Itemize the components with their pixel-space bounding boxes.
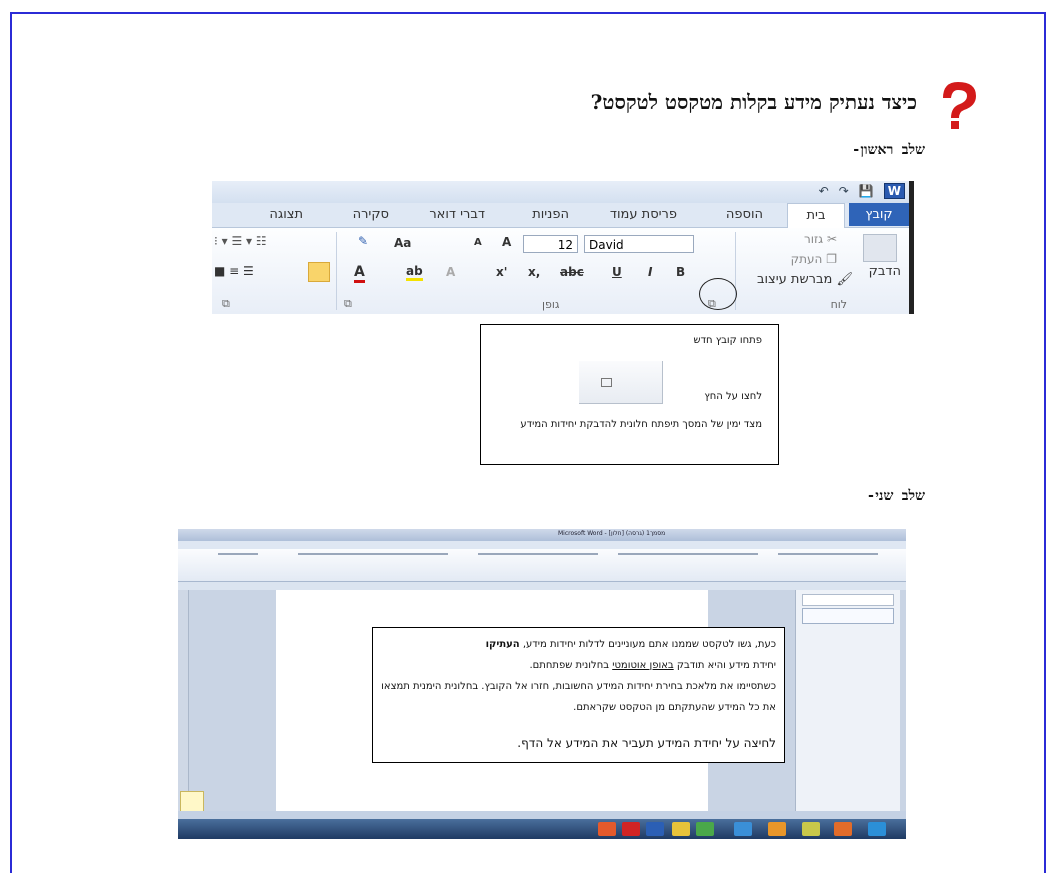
group-separator bbox=[336, 232, 337, 310]
paragraph-launcher-icon[interactable]: ⧉ bbox=[222, 297, 230, 311]
instruction-paragraph-4: לחיצה על יחידת המידע תעביר את המידע אל ה… bbox=[517, 736, 776, 750]
clipboard-item[interactable] bbox=[802, 608, 894, 624]
page-title: כיצד נעתיק מידע בקלות מטקסט לטקסט? bbox=[590, 90, 917, 114]
brush-icon: 🖌 bbox=[836, 272, 853, 287]
paste-icon[interactable] bbox=[863, 234, 897, 262]
word-app-icon: W bbox=[883, 183, 905, 199]
word-window-title: Microsoft Word - [חלון] (גרסה) מסמך1 bbox=[558, 530, 666, 537]
grow-font-button[interactable]: A bbox=[502, 235, 511, 249]
tab-review[interactable]: סקירה bbox=[353, 207, 389, 222]
instruction-open-file: פתחו קובץ חדש bbox=[693, 335, 762, 346]
word-ribbon bbox=[178, 549, 906, 582]
tab-view[interactable]: תצוגה bbox=[269, 207, 303, 222]
instruction-text: יחידת מידע והיא תודבק bbox=[673, 660, 776, 671]
instruction-underlined: באופן אוטומטי bbox=[612, 660, 674, 671]
quick-access-toolbar: ↶ ↷ 💾 W bbox=[212, 181, 909, 203]
tab-home[interactable]: בית bbox=[787, 203, 845, 228]
copy-label: העתק bbox=[790, 252, 823, 266]
instruction-paragraph-1: כעת, גשו לטקסט שממנו אתם מעוניינים לדלות… bbox=[381, 634, 776, 655]
cut-label: גזור bbox=[803, 232, 824, 246]
clipboard-pane-buttons[interactable] bbox=[802, 594, 894, 606]
ribbon-home-panel: הדבק גזור ✂ העתק ❐ מברשת עיצוב 🖌 לוח ⧉ D… bbox=[212, 228, 909, 314]
clear-format-icon[interactable]: ✎ bbox=[358, 234, 368, 248]
tab-insert[interactable]: הוספה bbox=[726, 207, 763, 222]
highlight-button[interactable]: ab bbox=[406, 264, 423, 281]
word-title-bar: Microsoft Word - [חלון] (גרסה) מסמך1 bbox=[178, 529, 906, 541]
redo-icon[interactable]: ↷ bbox=[839, 184, 849, 198]
windows-taskbar bbox=[178, 819, 906, 839]
highlight-circle bbox=[699, 278, 737, 310]
tab-file[interactable]: קובץ bbox=[849, 203, 909, 226]
copy-icon: ❐ bbox=[826, 252, 837, 266]
word-status-bar bbox=[178, 811, 906, 819]
tab-mailings[interactable]: דברי דואר bbox=[429, 207, 485, 222]
font-size-select[interactable]: 12 bbox=[523, 235, 578, 253]
instruction-paragraph-3: כשתסיימו את מלאכת בחירת יחידות המידע החש… bbox=[381, 681, 776, 713]
superscript-button[interactable]: x' bbox=[496, 265, 507, 279]
word-ruler bbox=[178, 582, 906, 590]
dialog-launcher-closeup bbox=[579, 361, 663, 404]
instruction-paragraph-2: יחידת מידע והיא תודבק באופן אוטומטי בחלו… bbox=[381, 655, 776, 676]
ribbon-tabs: קובץ בית הוספה פריסת עמוד הפניות דברי דו… bbox=[212, 203, 909, 228]
instruction-click-arrow: לחצו על החץ bbox=[704, 391, 762, 402]
cut-button[interactable]: גזור ✂ bbox=[804, 232, 837, 246]
text-effects-button[interactable]: A bbox=[446, 265, 455, 279]
step1-heading: שלב ראשון- bbox=[852, 142, 925, 158]
align-right-button[interactable] bbox=[308, 262, 330, 282]
undo-icon[interactable]: ↶ bbox=[819, 184, 829, 198]
instruction-box-step2: כעת, גשו לטקסט שממנו אתם מעוניינים לדלות… bbox=[372, 627, 785, 763]
format-painter-button[interactable]: מברשת עיצוב 🖌 bbox=[757, 272, 853, 287]
scissors-icon: ✂ bbox=[826, 232, 837, 246]
shrink-font-button[interactable]: A bbox=[474, 237, 482, 248]
strikethrough-button[interactable]: abc bbox=[560, 265, 584, 279]
underline-button[interactable]: U bbox=[612, 265, 622, 279]
word-ribbon-screenshot: ↶ ↷ 💾 W קובץ בית הוספה פריסת עמוד הפניות… bbox=[212, 181, 914, 314]
format-painter-label: מברשת עיצוב bbox=[756, 272, 833, 287]
font-launcher-icon[interactable]: ⧉ bbox=[344, 297, 352, 311]
tab-references[interactable]: הפניות bbox=[532, 207, 569, 222]
save-icon[interactable]: 💾 bbox=[859, 184, 874, 198]
bold-button[interactable]: B bbox=[676, 265, 685, 279]
paste-button[interactable]: הדבק bbox=[869, 264, 901, 279]
font-group-label: גופן bbox=[542, 298, 560, 311]
clipboard-pane bbox=[795, 590, 900, 811]
question-mark-icon bbox=[943, 82, 976, 129]
change-case-button[interactable]: Aa bbox=[394, 236, 411, 250]
step2-heading: שלב שני- bbox=[866, 488, 925, 504]
instruction-pane-opens: מצד ימין של המסך תיפתח חלונית להדבקת יחי… bbox=[520, 419, 762, 430]
word-tabs bbox=[178, 541, 906, 549]
word-vertical-ruler bbox=[178, 590, 189, 811]
tab-page-layout[interactable]: פריסת עמוד bbox=[610, 207, 677, 222]
copy-button[interactable]: העתק ❐ bbox=[791, 252, 837, 266]
font-name-select[interactable]: David bbox=[584, 235, 694, 253]
launcher-arrow-icon bbox=[601, 378, 612, 387]
font-color-button[interactable]: A bbox=[354, 264, 365, 283]
clipboard-group-label: לוח bbox=[830, 298, 847, 311]
instruction-bold-copy: העתיקו bbox=[485, 639, 520, 650]
instruction-box-step1: פתחו קובץ חדש לחצו על החץ מצד ימין של המ… bbox=[480, 324, 779, 465]
instruction-text: בחלונית שפתחתם. bbox=[529, 660, 613, 671]
paragraph-align-buttons[interactable]: ■ ≡ ☰ bbox=[214, 264, 254, 278]
italic-button[interactable]: I bbox=[648, 265, 652, 279]
instruction-text: כעת, גשו לטקסט שממנו אתם מעוניינים לדלות… bbox=[519, 639, 776, 650]
subscript-button[interactable]: x, bbox=[528, 265, 540, 279]
paragraph-list-buttons[interactable]: ⁝ ▾ ☰ ▾ ☷ bbox=[214, 234, 267, 248]
